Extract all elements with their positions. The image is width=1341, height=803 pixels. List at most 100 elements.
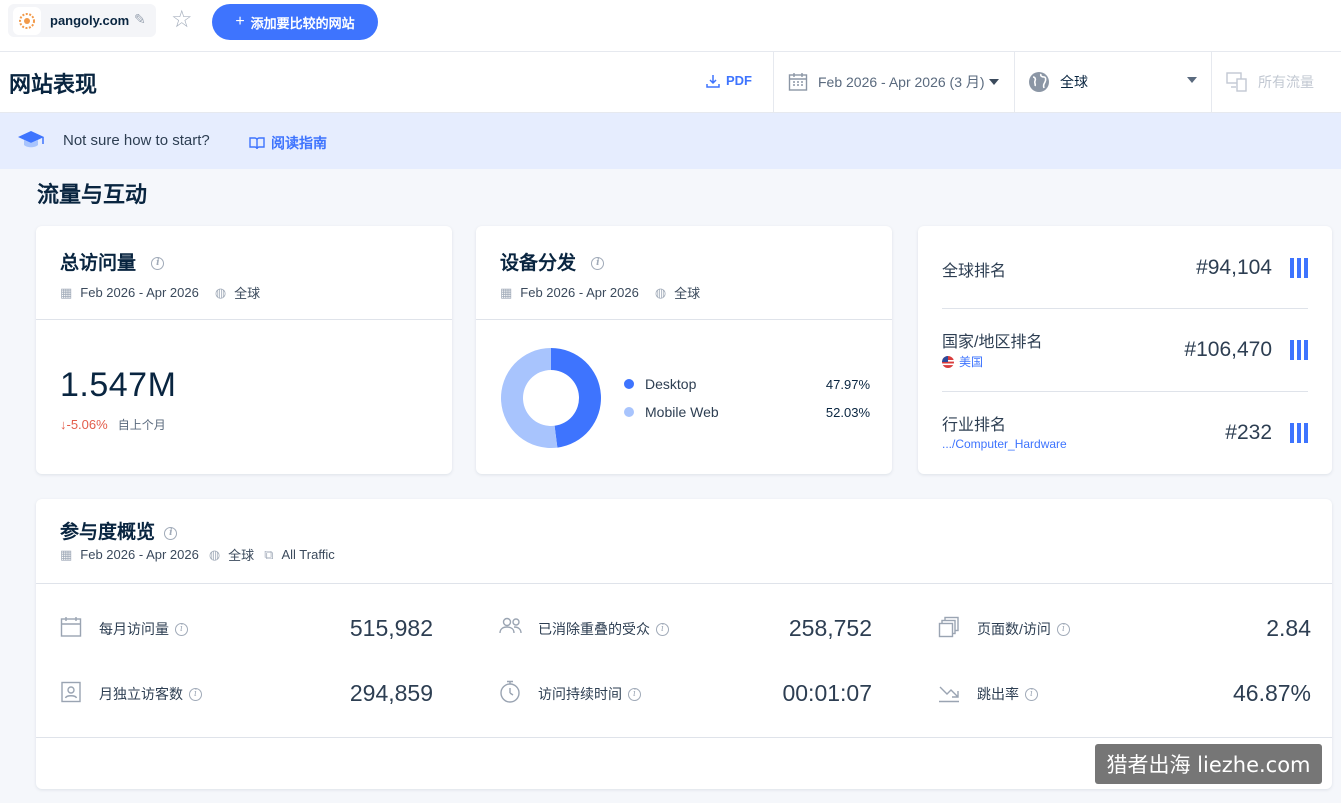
rank-chart-icon[interactable] (1290, 258, 1308, 278)
metric-label-text: 每月访问量 (99, 621, 169, 637)
users-icon (499, 617, 522, 634)
info-icon[interactable]: i (164, 526, 178, 540)
top-bar: pangoly.com ✎ ☆ + 添加要比较的网站 (0, 0, 1341, 52)
rank-value: #232 (1225, 421, 1272, 444)
download-icon (706, 74, 720, 88)
add-compare-label: 添加要比较的网站 (250, 15, 355, 31)
watermark: 猎者出海 liezhe.com (1095, 744, 1322, 784)
info-icon[interactable]: i (656, 622, 669, 636)
stopwatch-icon (500, 680, 520, 703)
info-icon[interactable]: i (151, 256, 165, 270)
device-title-text: 设备分发 (500, 253, 577, 274)
device-date: Feb 2026 - Apr 2026 (520, 285, 639, 300)
rank-value: #94,104 (1196, 256, 1272, 279)
metric-label: 已消除重叠的受众 i (538, 619, 669, 639)
donut-slice-desktop[interactable] (551, 348, 601, 448)
calendar-icon: ▦ (60, 546, 73, 562)
country-selector[interactable]: 全球 (1028, 71, 1088, 93)
total-visits-meta: ▦ Feb 2026 - Apr 2026 ◍ 全球 (60, 283, 260, 302)
device-region: 全球 (674, 286, 701, 301)
legend-label: Mobile Web (645, 404, 719, 420)
book-icon (249, 137, 265, 150)
calendar-icon: ▦ (60, 284, 73, 300)
page-title: 网站表现 (9, 72, 98, 97)
metric-value: 294,859 (349, 680, 433, 706)
engagement-region: 全球 (228, 548, 255, 563)
calendar-icon (60, 617, 82, 637)
country-label: 全球 (1060, 74, 1088, 90)
devices-icon: ⧉ (264, 546, 274, 562)
metric-unique-visitors: 月独立访客数 i 294,859 (60, 678, 433, 708)
metric-deduplicated-audience: 已消除重叠的受众 i 258,752 (499, 613, 872, 643)
bounce-icon (939, 686, 959, 703)
rank-country-link[interactable]: 美国 (942, 353, 983, 370)
info-icon[interactable]: i (1056, 622, 1070, 636)
globe-icon: ◍ (654, 284, 667, 300)
total-visits-region: 全球 (234, 286, 261, 301)
site-favicon-icon (13, 7, 41, 35)
legend-dot (624, 379, 634, 389)
traffic-label: 所有流量 (1258, 74, 1314, 90)
country-rank-row: 国家/地区排名 美国 #106,470 (942, 326, 1308, 376)
rank-label: 全球排名 (942, 263, 1007, 280)
date-range-selector[interactable]: Feb 2026 - Apr 2026 (3 月) (788, 72, 999, 92)
info-icon[interactable]: i (1025, 687, 1038, 701)
chevron-down-icon[interactable] (1187, 77, 1197, 83)
legend-dot (624, 407, 634, 417)
globe-icon: ◍ (208, 546, 221, 562)
metric-label: 跳出率 i (977, 684, 1038, 704)
page-header: 网站表现 PDF Feb 2026 - Apr 2026 (3 月) 全球 所有… (0, 52, 1341, 113)
engagement-meta: ▦ Feb 2026 - Apr 2026 ◍ 全球 ⧉ All Traffic (60, 545, 335, 564)
rank-chart-icon[interactable] (1290, 423, 1308, 443)
card-divider (942, 308, 1308, 309)
metric-label: 页面数/访问 i (977, 619, 1070, 639)
info-icon[interactable]: i (628, 687, 641, 701)
globe-icon: ◍ (214, 284, 227, 300)
id-card-icon (61, 681, 81, 703)
global-rank-row: 全球排名 #94,104 (942, 254, 1308, 294)
metric-label: 访问持续时间 i (538, 684, 641, 704)
legend-desktop: Desktop 47.97% (624, 376, 870, 392)
traffic-selector[interactable]: 所有流量 (1226, 71, 1314, 93)
metric-visit-duration: 访问持续时间 i 00:01:07 (499, 678, 872, 708)
card-divider (36, 583, 1332, 584)
rank-chart-icon[interactable] (1290, 340, 1308, 360)
metric-label-text: 跳出率 (977, 686, 1019, 702)
legend-value: 52.03% (825, 404, 870, 420)
total-visits-title: 总访问量 i (60, 248, 165, 275)
total-visits-value: 1.547M (60, 366, 177, 404)
info-icon[interactable]: i (175, 622, 188, 636)
calendar-icon: ▦ (500, 284, 513, 300)
industry-rank-row: 行业排名 .../Computer_Hardware #232 (942, 410, 1308, 460)
favorite-star-icon[interactable]: ☆ (171, 6, 193, 34)
change-value: -5.06% (66, 417, 108, 432)
device-distribution-card: 设备分发 i ▦ Feb 2026 - Apr 2026 ◍ 全球 Deskto… (476, 226, 892, 474)
us-flag-icon (942, 355, 954, 368)
metric-label-text: 月独立访客数 (99, 686, 183, 702)
total-visits-change: ↓-5.06% 自上个月 (60, 416, 166, 433)
info-icon[interactable]: i (189, 687, 202, 701)
metric-value: 515,982 (349, 615, 433, 641)
engagement-title: 参与度概览 i (60, 517, 178, 544)
engagement-traffic: All Traffic (281, 547, 335, 562)
metric-value: 258,752 (788, 615, 872, 641)
total-visits-date: Feb 2026 - Apr 2026 (80, 285, 199, 300)
card-divider (36, 319, 452, 320)
metric-bounce-rate: 跳出率 i 46.87% (938, 678, 1311, 708)
card-divider (942, 391, 1308, 392)
ranks-card: 全球排名 #94,104 国家/地区排名 美国 #106,470 行业排名 ..… (918, 226, 1332, 474)
donut-slice-mobile-web[interactable] (500, 348, 558, 448)
rank-industry-link[interactable]: .../Computer_Hardware (942, 437, 1067, 451)
chevron-down-icon (988, 79, 999, 85)
edit-pencil-icon[interactable]: ✎ (134, 11, 146, 28)
card-divider (476, 319, 892, 320)
info-icon[interactable]: i (591, 256, 605, 270)
pdf-button[interactable]: PDF (706, 73, 752, 88)
header-divider (773, 52, 774, 112)
site-chip[interactable]: pangoly.com ✎ (8, 4, 156, 37)
metric-value: 00:01:07 (782, 680, 872, 706)
rank-sub-label: 美国 (959, 355, 984, 369)
rank-value: #106,470 (1184, 338, 1272, 361)
read-guide-link[interactable]: 阅读指南 (249, 133, 327, 153)
add-compare-button[interactable]: + 添加要比较的网站 (212, 4, 378, 40)
